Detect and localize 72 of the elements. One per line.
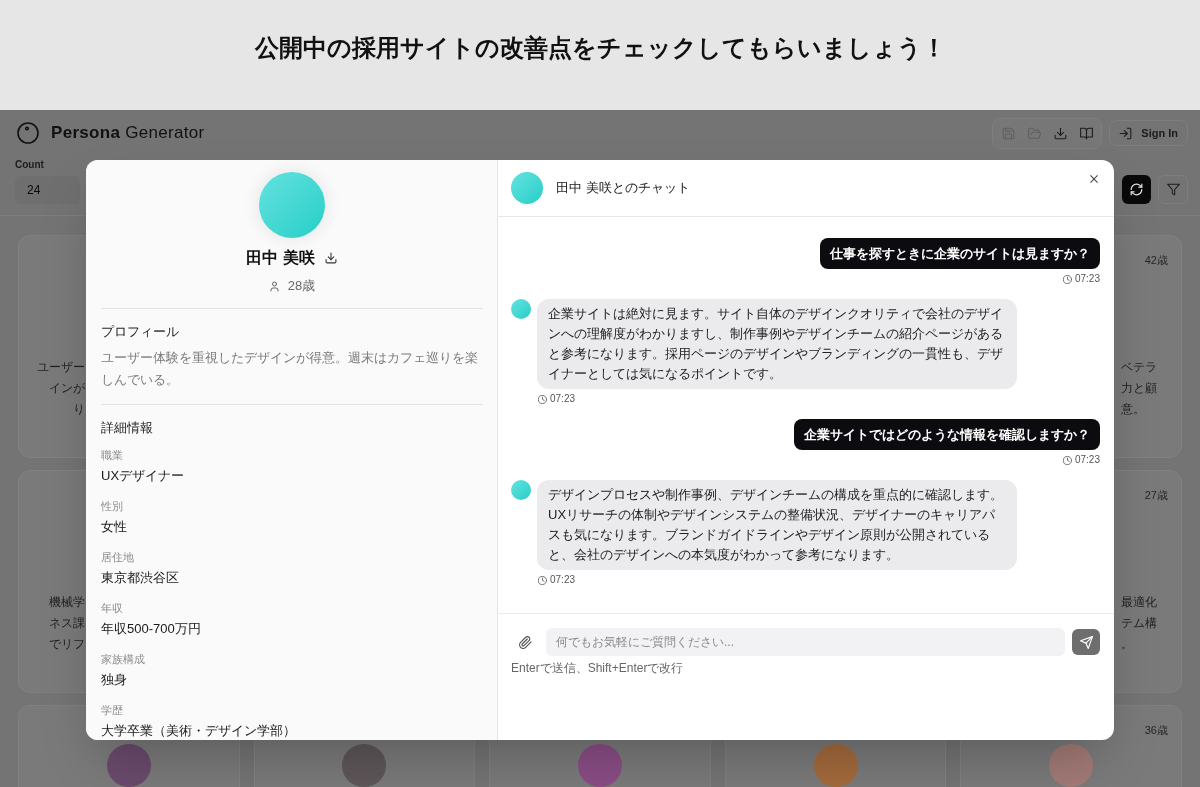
send-icon	[1079, 635, 1093, 649]
field-label: 年収	[101, 601, 124, 616]
field-value: UXデザイナー	[101, 467, 186, 485]
field-value: 独身	[101, 671, 128, 689]
section-heading: 詳細情報	[101, 419, 154, 437]
assistant-message: デザインプロセスや制作事例、デザインチームの構成を重点的に確認します。UXリサーチの体制やデザインシステムの整備状況、デザイナーのキャリアパスも気になります。ブランドガイドラインやデザイン原則が公開されていると、会社のデザインへの本気度がわかって参考になります。	[537, 480, 1017, 570]
refresh-icon	[1130, 183, 1143, 196]
clock-icon	[538, 394, 547, 404]
description-fragment: ネス課	[49, 615, 85, 632]
section-heading: プロフィール	[101, 323, 180, 341]
description-fragment: ベテラ	[1121, 359, 1158, 376]
age-text: 36歳	[1144, 723, 1168, 738]
field-value: 東京都渋谷区	[101, 569, 180, 587]
app-title: Persona Generator	[51, 122, 205, 144]
hint-text: Enterで送信、Shift+Enterで改行	[511, 661, 684, 675]
chat-title: 田中 美咲とのチャット	[556, 179, 690, 197]
age-text: 28歳	[287, 277, 316, 295]
age-text: 42歳	[1144, 253, 1168, 268]
person-icon	[268, 280, 280, 292]
download-button[interactable]	[324, 251, 338, 265]
description-fragment: 。	[1121, 636, 1134, 653]
open-book-icon	[1079, 126, 1093, 140]
description-fragment: 力と顧	[1121, 380, 1158, 397]
field-label: 学歴	[101, 703, 124, 718]
send-button[interactable]	[1072, 629, 1100, 655]
sign-in-button[interactable]: Sign In	[1109, 120, 1188, 146]
message-input[interactable]: 何でもお気軽にご質問ください...	[546, 628, 1065, 656]
avatar-placeholder	[511, 480, 531, 500]
field-value: 大学卒業（美術・デザイン学部）	[101, 722, 297, 740]
description-fragment: インが	[49, 380, 85, 397]
field-value: 女性	[101, 518, 128, 536]
timestamp: 07:23	[550, 393, 576, 405]
close-button[interactable]	[1088, 173, 1100, 185]
download-icon	[325, 252, 338, 264]
count-field[interactable]: 24	[15, 176, 80, 204]
field-label: 家族構成	[101, 652, 146, 667]
age-text: 27歳	[1144, 488, 1168, 503]
field-value: 年収500-700万円	[101, 620, 202, 638]
count-label: Count	[15, 159, 45, 171]
field-label: 職業	[101, 448, 124, 463]
clock-icon	[1062, 274, 1072, 284]
filter-icon	[1166, 183, 1180, 196]
folder-icon	[1027, 126, 1041, 140]
persona-name: 田中 美咲	[246, 248, 315, 268]
description-fragment: テム構	[1121, 615, 1158, 632]
description-fragment: り	[73, 401, 85, 418]
timestamp: 07:23	[550, 574, 576, 586]
download-icon	[1053, 126, 1067, 140]
avatar-placeholder	[511, 299, 531, 319]
refresh-button[interactable]	[1122, 175, 1151, 204]
field-label: 性別	[101, 499, 124, 514]
user-message: 企業サイトではどのような情報を確認しますか？	[794, 419, 1100, 450]
banner-title: 公開中の採用サイトの改善点をチェックしてもらいましょう！	[254, 33, 946, 63]
clock-icon	[538, 575, 547, 585]
close-icon	[1088, 173, 1100, 185]
avatar-placeholder	[511, 172, 543, 204]
logo-icon	[17, 122, 39, 144]
filter-button[interactable]	[1158, 175, 1188, 204]
field-label: 居住地	[101, 550, 135, 565]
description-fragment: でリフ	[49, 636, 85, 653]
clock-icon	[1062, 455, 1072, 465]
profile-text: ユーザー体験を重視したデザインが得意。週末はカフェ巡りを楽しんでいる。	[101, 349, 479, 389]
user-message: 仕事を探すときに企業のサイトは見ますか？	[820, 238, 1100, 269]
paperclip-icon	[518, 635, 532, 649]
sign-in-icon	[1119, 126, 1133, 140]
timestamp: 07:23	[1074, 454, 1100, 466]
description-fragment: ユーザー	[37, 359, 85, 376]
timestamp: 07:23	[1074, 273, 1100, 285]
description-fragment: 最適化	[1121, 594, 1158, 611]
description-fragment: 意。	[1121, 401, 1146, 418]
description-fragment: 機械学	[49, 594, 85, 611]
assistant-message: 企業サイトは絶対に見ます。サイト自体のデザインクオリティで会社のデザインへの理解度がわかりますし、制作事例やデザインチームの紹介ページがあると参考になります。採用ページのデザインやブランディングの一貫性も、デザイナーとしては気になるポイントです。	[537, 299, 1017, 389]
